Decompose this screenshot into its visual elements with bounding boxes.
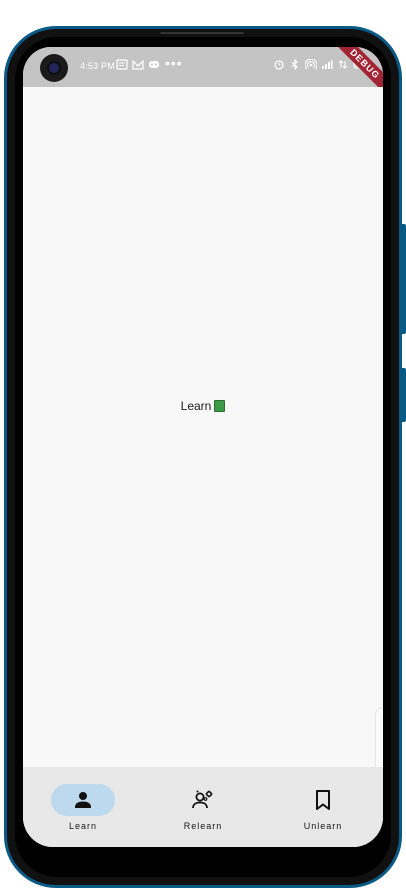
hotspot-icon [304,58,318,70]
main-content: Learn [23,87,383,813]
status-time: 4:53 PM [80,61,115,71]
status-notification-icons [116,59,160,70]
volume-button [402,224,406,334]
message-icon [116,59,128,70]
nav-label-relearn: Relearn [183,821,223,831]
bluetooth-icon [289,58,301,71]
signal-icon [321,59,333,70]
nav-label-unlearn: Unlearn [303,821,343,831]
more-notifications-icon: ••• [165,55,183,71]
app-screen: 4:53 PM ••• DEBUG Learn Learn Relearn Un… [23,47,383,847]
nav-item-relearn[interactable]: Relearn [143,767,263,847]
person-gears-icon [192,790,213,809]
page-title: Learn [23,399,383,413]
alarm-icon [273,59,285,70]
green-book-icon [214,400,226,412]
person-icon [75,792,91,808]
earpiece-speaker [160,32,244,34]
nav-item-learn[interactable]: Learn [23,767,143,847]
mail-icon [132,59,144,70]
power-button [402,368,406,422]
game-icon [148,59,160,70]
bottom-navigation-bar: Learn Relearn Unlearn [23,767,383,847]
center-label: Learn [180,399,212,413]
status-bar: 4:53 PM ••• DEBUG [23,47,383,98]
nav-item-unlearn[interactable]: Unlearn [263,767,383,847]
front-camera [40,54,68,82]
data-icon [337,59,349,70]
nav-label-learn: Learn [68,821,98,831]
bookmark-icon [316,790,330,810]
